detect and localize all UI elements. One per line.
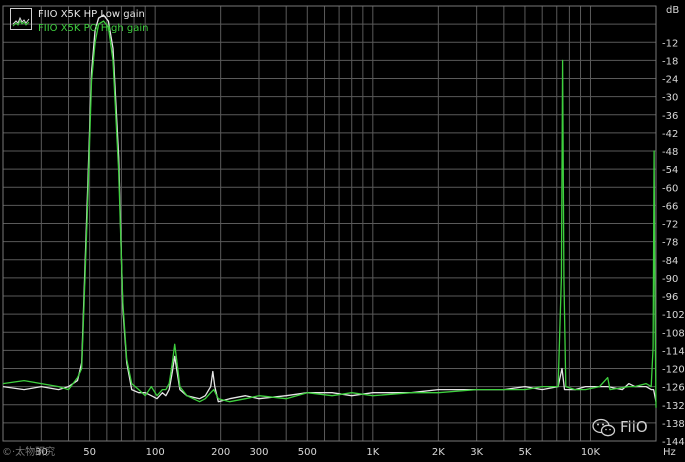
y-tick-label: -48: [662, 147, 678, 158]
y-tick-label: -102: [662, 310, 685, 321]
spectrum-chart: -12 -18 -24 -30 -36 -42 -48 -54 -60 -66 -72 -78 -84 -…: [0, 0, 685, 462]
y-tick-label: -30: [662, 93, 678, 104]
y-tick-label: -138: [662, 419, 685, 430]
y-tick-label: -24: [662, 75, 678, 86]
wechat-logo-icon: [592, 418, 616, 437]
x-tick-label: 500: [298, 447, 317, 458]
y-tick-label: -18: [662, 56, 678, 67]
x-tick-label: 1K: [366, 447, 379, 458]
y-tick-label: -84: [662, 256, 678, 267]
y-tick-label: -78: [662, 238, 678, 249]
x-tick-label: 2K: [432, 447, 445, 458]
x-axis-unit-label: Hz: [663, 447, 676, 458]
y-tick-label: -54: [662, 165, 678, 176]
y-tick-label: -132: [662, 401, 685, 412]
y-tick-label: -60: [662, 183, 678, 194]
x-tick-label: 200: [211, 447, 230, 458]
x-tick-label: 10K: [581, 447, 601, 458]
legend-icon: [10, 8, 32, 30]
legend-entry-po-high-gain: FIIO X5K PO High gain: [38, 23, 149, 34]
x-tick-label: 50: [83, 447, 96, 458]
y-tick-label: -90: [662, 274, 678, 285]
legend-entry-hp-low-gain: FIIO X5K HP Low gain: [38, 9, 145, 20]
source-watermark: ©·太物研究: [2, 447, 56, 458]
y-tick-label: -12: [662, 38, 678, 49]
x-tick-label: 3K: [470, 447, 483, 458]
y-tick-label: -66: [662, 201, 678, 212]
y-tick-label: -96: [662, 292, 678, 303]
x-tick-label: 300: [249, 447, 268, 458]
y-tick-label: -126: [662, 383, 685, 394]
x-tick-label: 100: [146, 447, 165, 458]
y-tick-label: -72: [662, 220, 678, 231]
y-tick-label: -42: [662, 129, 678, 140]
y-tick-label: -36: [662, 111, 678, 122]
x-tick-label: 5K: [518, 447, 531, 458]
y-tick-label: -114: [662, 346, 685, 357]
y-tick-label: -108: [662, 328, 685, 339]
y-tick-label: -120: [662, 365, 685, 376]
chart-background: [0, 0, 685, 462]
brand-watermark: FiiO: [620, 418, 648, 436]
y-axis-unit-label: dB: [666, 5, 679, 16]
